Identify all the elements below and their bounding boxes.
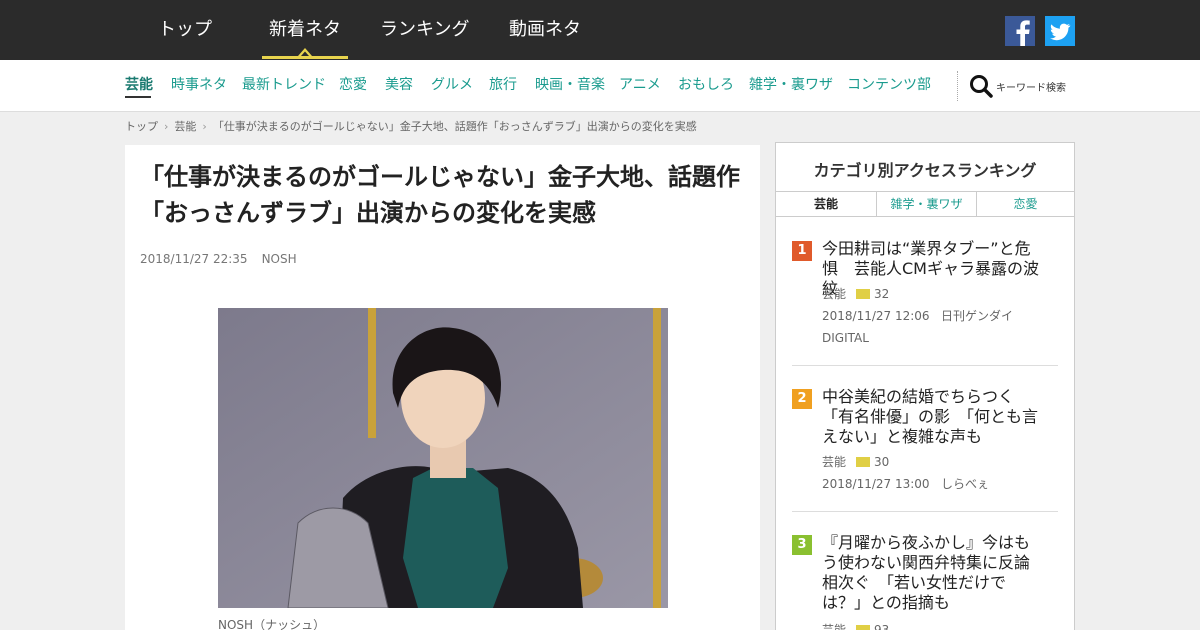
active-caret-icon: [298, 48, 312, 56]
ranking-title: カテゴリ別アクセスランキング: [813, 161, 1037, 180]
ranking-item-category: 芸能: [822, 287, 847, 301]
keyword-search-button[interactable]: キーワード検索: [968, 73, 1078, 99]
tab-love[interactable]: 恋愛: [977, 192, 1074, 216]
ranking-item[interactable]: 1 今田耕司は“業界タブー”と危惧 芸能人CMギャラ暴露の波紋 芸能 32 201…: [792, 239, 1058, 349]
photo-caption: NOSH（ナッシュ）: [218, 618, 326, 630]
category-funny[interactable]: おもしろ: [678, 75, 734, 95]
ranking-item-category: 芸能: [822, 455, 847, 469]
ranking-item-category: 芸能: [822, 623, 847, 630]
topnav-top[interactable]: トップ: [158, 18, 212, 42]
comment-icon: [856, 289, 871, 299]
article-meta: 2018/11/27 22:35 NOSH: [140, 252, 297, 266]
search-icon: [970, 75, 993, 98]
nav-divider: [957, 71, 958, 101]
category-active-underline: [125, 96, 151, 98]
ranking-sidebar: カテゴリ別アクセスランキング 芸能 雑学・裏ワザ 恋愛 1 今田耕司は“業界タブ…: [775, 142, 1075, 630]
category-beauty[interactable]: 美容: [385, 75, 413, 95]
category-love[interactable]: 恋愛: [339, 75, 367, 95]
rank-badge: 1: [792, 241, 812, 261]
category-travel[interactable]: 旅行: [489, 75, 517, 95]
comment-icon: [856, 457, 871, 467]
top-bar: トップ 新着ネタ ランキング 動画ネタ: [0, 0, 1200, 60]
category-content-club[interactable]: コンテンツ部: [847, 75, 931, 95]
ranking-item[interactable]: 2 中谷美紀の結婚でちらつく「有名俳優」の影 「何とも言えない」と複雑な声も 芸…: [792, 387, 1058, 497]
article-photo: [218, 308, 668, 608]
topnav-video[interactable]: 動画ネタ: [509, 18, 581, 42]
chevron-right-icon: ›: [202, 120, 207, 133]
tab-entertainment[interactable]: 芸能: [776, 192, 876, 216]
category-trends[interactable]: 最新トレンド: [242, 75, 326, 95]
ranking-item-date-source: 2018/11/27 12:06 日刊ゲンダイDIGITAL: [822, 305, 1022, 349]
ranking-item-comments: 30: [874, 455, 890, 469]
category-entertainment[interactable]: 芸能: [125, 75, 153, 95]
ranking-item-comments: 32: [874, 287, 890, 301]
ranking-tabs: 芸能 雑学・裏ワザ 恋愛: [776, 191, 1074, 217]
ranking-item-source: しらべぇ: [941, 477, 990, 491]
category-anime[interactable]: アニメ: [619, 75, 661, 95]
twitter-icon[interactable]: [1045, 16, 1075, 46]
topnav-new[interactable]: 新着ネタ: [269, 18, 341, 42]
ranking-item-date: 2018/11/27 13:00: [822, 477, 930, 491]
article-date: 2018/11/27 22:35: [140, 252, 248, 266]
ranking-divider: [792, 365, 1058, 366]
breadcrumb: トップ › 芸能 › 「仕事が決まるのがゴールじゃない」金子大地、話題作「おっさんずラブ…: [125, 118, 697, 134]
search-label: キーワード検索: [996, 83, 1066, 94]
ranking-item-title[interactable]: 中谷美紀の結婚でちらつく「有名俳優」の影 「何とも言えない」と複雑な声も: [822, 387, 1042, 447]
category-current-events[interactable]: 時事ネタ: [171, 75, 227, 95]
ranking-item[interactable]: 3 『月曜から夜ふかし』今はもう使わない関西弁特集に反論相次ぐ 「若い女性だけで…: [792, 533, 1058, 630]
chevron-right-icon: ›: [164, 120, 169, 133]
breadcrumb-category[interactable]: 芸能: [174, 120, 196, 133]
article-card: 「仕事が決まるのがゴールじゃない」金子大地、話題作「おっさんずラブ」出演からの変…: [125, 145, 760, 630]
tab-trivia[interactable]: 雑学・裏ワザ: [877, 192, 976, 216]
ranking-divider: [792, 511, 1058, 512]
rank-badge: 3: [792, 535, 812, 555]
category-nav: 芸能 時事ネタ 最新トレンド 恋愛 美容 グルメ 旅行 映画・音楽 アニメ おも…: [0, 60, 1200, 112]
ranking-item-title[interactable]: 『月曜から夜ふかし』今はもう使わない関西弁特集に反論相次ぐ 「若い女性だけでは？…: [822, 533, 1042, 613]
ranking-item-date: 2018/11/27 12:06: [822, 309, 930, 323]
ranking-item-comments: 93: [874, 623, 890, 630]
category-movies-music[interactable]: 映画・音楽: [535, 75, 605, 95]
rank-badge: 2: [792, 389, 812, 409]
comment-icon: [856, 625, 871, 630]
facebook-icon[interactable]: [1005, 16, 1035, 46]
ranking-item-meta: 芸能 32: [822, 283, 889, 305]
article-title: 「仕事が決まるのがゴールじゃない」金子大地、話題作「おっさんずラブ」出演からの変…: [140, 163, 740, 227]
category-gourmet[interactable]: グルメ: [431, 75, 473, 95]
topnav-ranking[interactable]: ランキング: [380, 18, 469, 42]
breadcrumb-top[interactable]: トップ: [125, 120, 158, 133]
article-source[interactable]: NOSH: [262, 252, 297, 266]
ranking-item-date-source: 2018/11/27 13:00 しらべぇ: [822, 473, 989, 495]
ranking-item-meta: 芸能 93: [822, 619, 889, 630]
breadcrumb-current: 「仕事が決まるのがゴールじゃない」金子大地、話題作「おっさんずラブ」出演からの変…: [212, 120, 697, 133]
topnav-active-underline: [262, 56, 348, 59]
ranking-item-meta: 芸能 30: [822, 451, 889, 473]
category-trivia[interactable]: 雑学・裏ワザ: [749, 75, 833, 95]
